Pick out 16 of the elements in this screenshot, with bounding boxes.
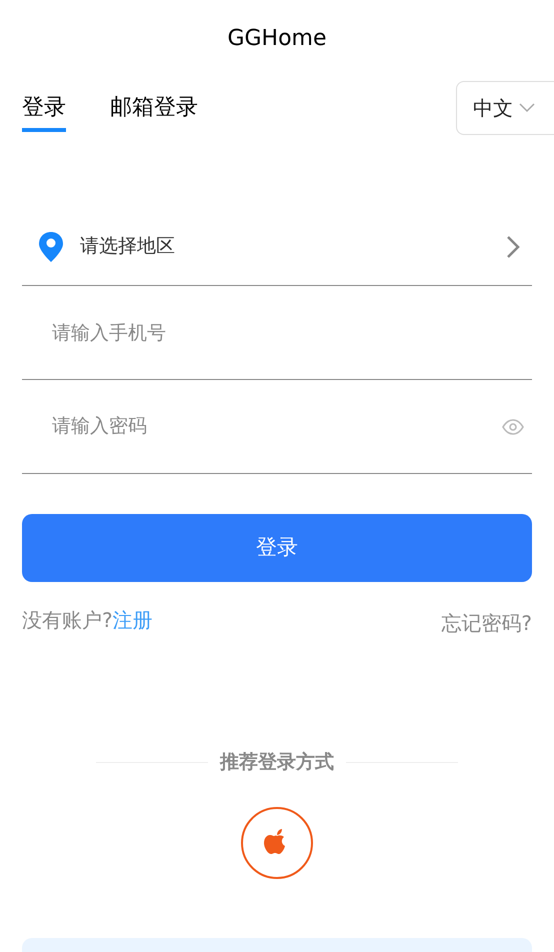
location-pin-icon — [38, 232, 64, 262]
apple-login-button[interactable] — [241, 806, 313, 878]
alt-login-title: 推荐登录方式 — [220, 750, 334, 775]
login-button[interactable]: 登录 — [22, 514, 532, 582]
forgot-password-link[interactable]: 忘记密码? — [441, 608, 532, 638]
login-tab[interactable]: 登录 — [22, 84, 66, 132]
eye-icon[interactable] — [502, 418, 524, 434]
login-tab[interactable]: 邮箱登录 — [110, 84, 198, 132]
language-dropdown[interactable]: 中文 — [456, 81, 554, 135]
chevron-down-icon — [519, 103, 535, 113]
chevron-right-icon — [506, 234, 520, 258]
password-field[interactable]: 请输入密码 — [52, 412, 502, 441]
phone-field[interactable]: 请输入手机号 — [22, 286, 532, 380]
register-prompt: 没有账户? — [22, 607, 113, 634]
region-selector[interactable]: 请选择地区 — [22, 180, 532, 286]
page-title: GGHome — [227, 24, 327, 52]
